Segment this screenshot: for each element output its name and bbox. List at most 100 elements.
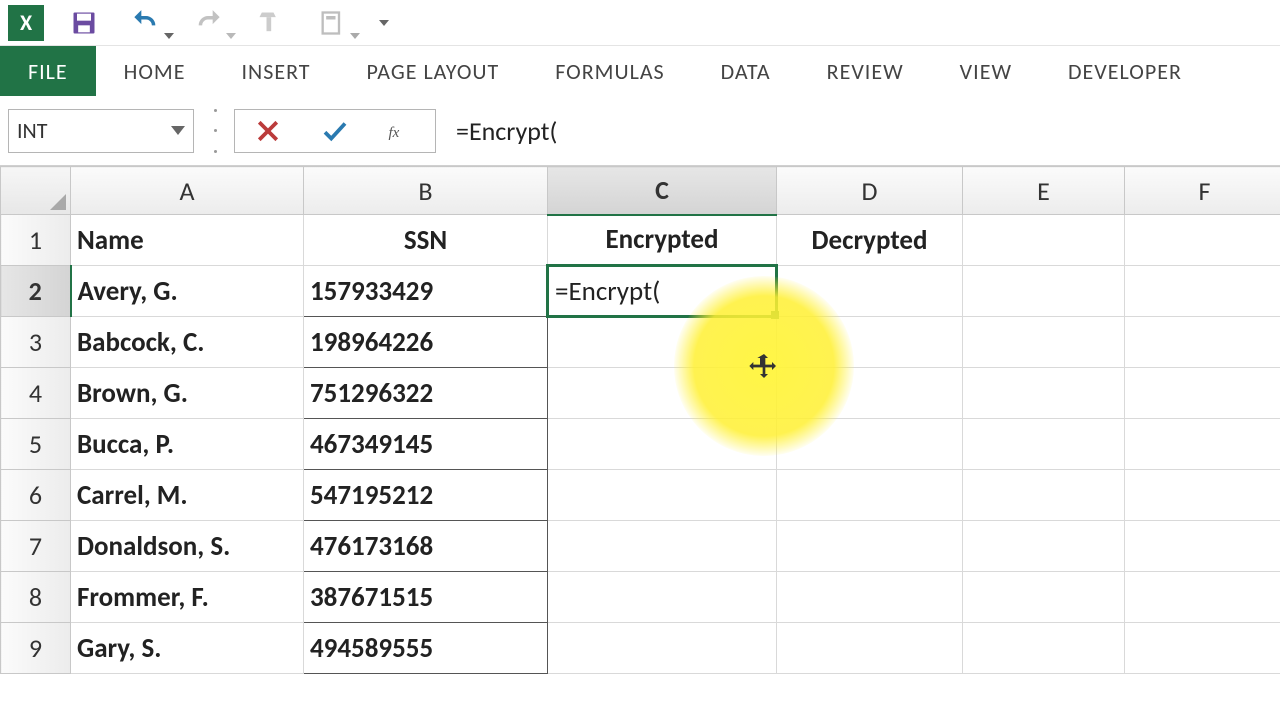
undo-button[interactable]: [124, 5, 168, 41]
cell-D1[interactable]: Decrypted: [777, 215, 963, 266]
customize-qat-button[interactable]: [372, 5, 396, 41]
cell-A1[interactable]: Name: [71, 215, 304, 266]
tab-page-layout[interactable]: PAGE LAYOUT: [339, 46, 528, 96]
row-header-1[interactable]: 1: [1, 215, 71, 266]
cell-B6[interactable]: 547195212: [304, 470, 548, 521]
cell-C4[interactable]: [548, 368, 777, 419]
cell-E5[interactable]: [963, 419, 1125, 470]
select-all-corner[interactable]: [1, 167, 71, 215]
insert-function-button[interactable]: fx: [368, 110, 435, 152]
cell-F4[interactable]: [1125, 368, 1280, 419]
cell-D2[interactable]: [777, 266, 963, 317]
cell-B9[interactable]: 494589555: [304, 623, 548, 674]
cell-F5[interactable]: [1125, 419, 1280, 470]
col-header-A[interactable]: A: [71, 167, 304, 215]
cell-B1[interactable]: SSN: [304, 215, 548, 266]
cell-E8[interactable]: [963, 572, 1125, 623]
cell-B4[interactable]: 751296322: [304, 368, 548, 419]
row-header-2[interactable]: 2: [1, 266, 71, 317]
cell-B5[interactable]: 467349145: [304, 419, 548, 470]
tab-developer[interactable]: DEVELOPER: [1040, 46, 1210, 96]
row-header-6[interactable]: 6: [1, 470, 71, 521]
cell-C8[interactable]: [548, 572, 777, 623]
col-header-B[interactable]: B: [304, 167, 548, 215]
tab-insert[interactable]: INSERT: [213, 46, 338, 96]
cell-F6[interactable]: [1125, 470, 1280, 521]
expand-formula-bar[interactable]: [210, 109, 220, 153]
col-header-E[interactable]: E: [963, 167, 1125, 215]
cell-A2[interactable]: Avery, G.: [71, 266, 304, 317]
row-header-7[interactable]: 7: [1, 521, 71, 572]
tab-formulas[interactable]: FORMULAS: [527, 46, 692, 96]
tab-data[interactable]: DATA: [693, 46, 799, 96]
cell-C2[interactable]: =Encrypt(: [548, 266, 777, 317]
worksheet: A B C D E F 1 Name SSN Encrypted Decrypt…: [0, 166, 1280, 674]
formula-input[interactable]: [436, 109, 1272, 153]
column-headers: A B C D E F: [1, 167, 1280, 215]
cell-A7[interactable]: Donaldson, S.: [71, 521, 304, 572]
ribbon-tabs: FILE HOME INSERT PAGE LAYOUT FORMULAS DA…: [0, 46, 1280, 96]
cell-F9[interactable]: [1125, 623, 1280, 674]
cell-C3[interactable]: [548, 317, 777, 368]
col-header-D[interactable]: D: [777, 167, 963, 215]
cell-E4[interactable]: [963, 368, 1125, 419]
row-header-8[interactable]: 8: [1, 572, 71, 623]
row-7: 7 Donaldson, S. 476173168: [1, 521, 1280, 572]
grid[interactable]: A B C D E F 1 Name SSN Encrypted Decrypt…: [0, 166, 1280, 674]
cell-D9[interactable]: [777, 623, 963, 674]
tab-review[interactable]: REVIEW: [799, 46, 932, 96]
cancel-formula-button[interactable]: [235, 110, 302, 152]
cell-E2[interactable]: [963, 266, 1125, 317]
cell-C7[interactable]: [548, 521, 777, 572]
cell-E3[interactable]: [963, 317, 1125, 368]
cell-B2[interactable]: 157933429: [304, 266, 548, 317]
cell-E7[interactable]: [963, 521, 1125, 572]
fx-icon: fx: [387, 116, 417, 146]
cell-C9[interactable]: [548, 623, 777, 674]
redo-button[interactable]: [186, 5, 230, 41]
cell-A5[interactable]: Bucca, P.: [71, 419, 304, 470]
cell-A3[interactable]: Babcock, C.: [71, 317, 304, 368]
col-header-C[interactable]: C: [548, 167, 777, 215]
cell-F8[interactable]: [1125, 572, 1280, 623]
cell-D6[interactable]: [777, 470, 963, 521]
cell-D3[interactable]: [777, 317, 963, 368]
close-icon: [253, 116, 283, 146]
enter-formula-button[interactable]: [302, 110, 369, 152]
tab-view[interactable]: VIEW: [932, 46, 1040, 96]
col-header-F[interactable]: F: [1125, 167, 1280, 215]
name-box[interactable]: INT: [8, 109, 194, 153]
cell-F7[interactable]: [1125, 521, 1280, 572]
cell-F1[interactable]: [1125, 215, 1280, 266]
cell-B3[interactable]: 198964226: [304, 317, 548, 368]
cell-C1[interactable]: Encrypted: [548, 215, 777, 266]
row-header-9[interactable]: 9: [1, 623, 71, 674]
row-header-3[interactable]: 3: [1, 317, 71, 368]
cell-A9[interactable]: Gary, S.: [71, 623, 304, 674]
cell-D4[interactable]: [777, 368, 963, 419]
cell-B8[interactable]: 387671515: [304, 572, 548, 623]
tab-home[interactable]: HOME: [96, 46, 214, 96]
cell-E6[interactable]: [963, 470, 1125, 521]
format-painter-button[interactable]: [248, 5, 292, 41]
cell-C6[interactable]: [548, 470, 777, 521]
paste-options-button[interactable]: [310, 5, 354, 41]
tab-file[interactable]: FILE: [0, 46, 96, 96]
row-header-5[interactable]: 5: [1, 419, 71, 470]
redo-icon: [194, 9, 222, 37]
cell-F2[interactable]: [1125, 266, 1280, 317]
cell-B7[interactable]: 476173168: [304, 521, 548, 572]
row-header-4[interactable]: 4: [1, 368, 71, 419]
cell-A4[interactable]: Brown, G.: [71, 368, 304, 419]
cell-D7[interactable]: [777, 521, 963, 572]
cell-D8[interactable]: [777, 572, 963, 623]
cell-E1[interactable]: [963, 215, 1125, 266]
cell-A6[interactable]: Carrel, M.: [71, 470, 304, 521]
row-4: 4 Brown, G. 751296322: [1, 368, 1280, 419]
save-button[interactable]: [62, 5, 106, 41]
cell-A8[interactable]: Frommer, F.: [71, 572, 304, 623]
cell-E9[interactable]: [963, 623, 1125, 674]
cell-D5[interactable]: [777, 419, 963, 470]
cell-F3[interactable]: [1125, 317, 1280, 368]
cell-C5[interactable]: [548, 419, 777, 470]
